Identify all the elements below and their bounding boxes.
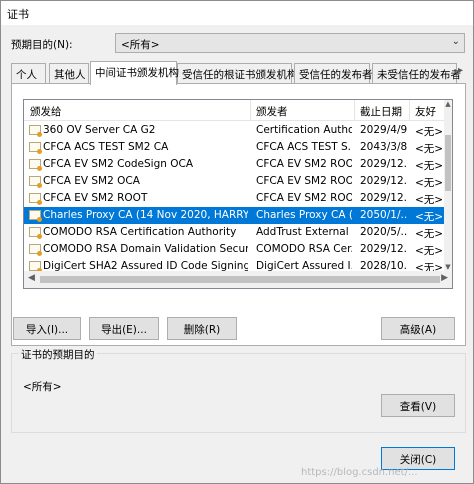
list-header: 颁发给 颁发者 截止日期 友好: [24, 100, 452, 121]
certificates-dialog: 证书 预期目的(N): <所有> ⌄ 个人 其他人 中间证书颁发机构 受信任的根…: [0, 0, 474, 484]
certificate-icon: [29, 159, 42, 171]
vertical-scroll-thumb[interactable]: [445, 135, 451, 191]
column-divider[interactable]: [409, 100, 410, 120]
tab-untrusted-publishers[interactable]: 未受信任的发布者: [372, 63, 461, 83]
certificate-icon: [29, 142, 42, 154]
tab-trusted-root-ca[interactable]: 受信任的根证书颁发机构: [177, 63, 298, 83]
column-divider[interactable]: [250, 100, 251, 120]
certificate-icon: [29, 227, 42, 239]
table-row[interactable]: COMODO RSA Domain Validation Secure ... …: [24, 241, 444, 258]
column-divider[interactable]: [354, 100, 355, 120]
table-row[interactable]: CFCA EV SM2 ROOT CFCA EV SM2 ROOT 2029/1…: [24, 190, 444, 207]
certificate-icon: [29, 261, 42, 271]
view-button[interactable]: 查看(V): [381, 394, 455, 417]
tab-personal[interactable]: 个人: [11, 63, 46, 83]
certificate-icon: [29, 176, 42, 188]
intended-purpose-value: <所有>: [121, 39, 160, 51]
tab-other-people[interactable]: 其他人: [49, 63, 89, 83]
watermark-text: https://blog.csdn.net/...: [301, 467, 418, 478]
certificate-icon: [29, 210, 42, 222]
intended-purpose-select[interactable]: <所有> ⌄: [115, 33, 465, 53]
table-row[interactable]: DigiCert SHA2 Assured ID Code Signing CA…: [24, 258, 444, 271]
certificate-purposes-group: [11, 353, 466, 433]
horizontal-scroll-thumb[interactable]: [40, 276, 440, 283]
tab-trusted-publishers[interactable]: 受信任的发布者: [294, 63, 373, 83]
column-issued-to[interactable]: 颁发给: [30, 104, 62, 119]
certificate-purposes-value: <所有>: [23, 381, 62, 393]
advanced-button[interactable]: 高级(A): [381, 317, 455, 340]
scroll-up-icon[interactable]: ▲: [444, 100, 452, 108]
title-bar: 证书: [1, 1, 473, 25]
certificate-icon: [29, 244, 42, 256]
scroll-down-icon[interactable]: ▼: [444, 263, 452, 271]
scroll-left-icon[interactable]: ◀: [28, 273, 35, 283]
window-title: 证书: [7, 8, 29, 21]
intended-purpose-label: 预期目的(N):: [11, 39, 73, 51]
vertical-scrollbar[interactable]: ▲ ▼: [444, 100, 452, 271]
remove-button[interactable]: 删除(R): [167, 317, 237, 340]
table-row[interactable]: 360 OV Server CA G2 Certification Autho.…: [24, 122, 444, 139]
certificate-list[interactable]: 颁发给 颁发者 截止日期 友好 360 OV Server CA G2 Cert…: [23, 99, 453, 289]
table-row[interactable]: CFCA EV SM2 CodeSign OCA CFCA EV SM2 ROO…: [24, 156, 444, 173]
table-row[interactable]: COMODO RSA Certification Authority AddTr…: [24, 224, 444, 241]
import-button[interactable]: 导入(I)...: [13, 317, 81, 340]
chevron-down-icon: ⌄: [451, 36, 460, 47]
certificate-icon: [29, 125, 42, 137]
column-friendly-name[interactable]: 友好: [415, 104, 436, 119]
export-button[interactable]: 导出(E)...: [89, 317, 159, 340]
column-expiration[interactable]: 截止日期: [360, 104, 402, 119]
tab-scroll-right-icon[interactable]: ▸: [458, 65, 463, 76]
certificate-purposes-label: 证书的预期目的: [19, 347, 97, 362]
column-issued-by[interactable]: 颁发者: [256, 104, 288, 119]
horizontal-scrollbar[interactable]: ◀ ▶: [24, 271, 452, 288]
table-row[interactable]: CFCA EV SM2 OCA CFCA EV SM2 ROOT 2029/12…: [24, 173, 444, 190]
certificate-icon: [29, 193, 42, 205]
tab-intermediate-ca[interactable]: 中间证书颁发机构: [90, 61, 179, 85]
table-row-selected[interactable]: Charles Proxy CA (14 Nov 2020, HARRY-PC)…: [24, 207, 444, 224]
table-row[interactable]: CFCA ACS TEST SM2 CA CFCA ACS TEST S... …: [24, 139, 444, 156]
scroll-right-icon[interactable]: ▶: [441, 273, 448, 283]
